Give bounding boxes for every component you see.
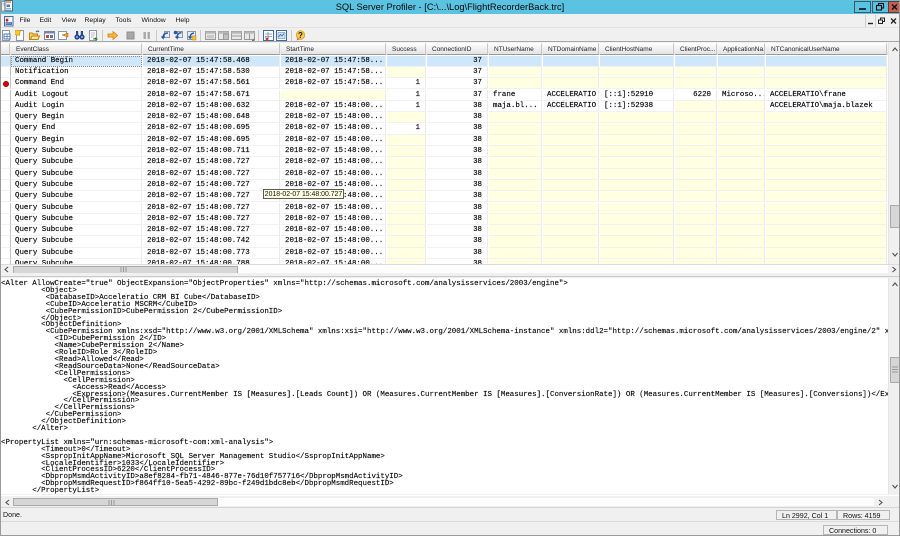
svg-text:?: ? <box>298 31 303 40</box>
